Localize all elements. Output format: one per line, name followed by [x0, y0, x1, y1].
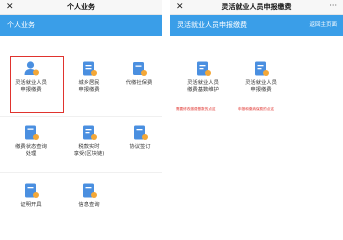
document-icon: [195, 60, 212, 77]
tile-label: 灵活就业人员 申报缴费: [245, 80, 277, 93]
tile-label: 证明开具: [20, 202, 42, 208]
tile-agreement-signing[interactable]: 协议签订: [118, 124, 162, 151]
tile-label: 城乡居民 申报缴费: [78, 80, 100, 93]
section-header: 个人业务: [0, 15, 162, 36]
tile-payment-status-query[interactable]: 缴费状态查询 处理: [4, 124, 58, 158]
page-title: 灵活就业人员申报缴费: [221, 3, 292, 11]
card-icon: [131, 60, 148, 77]
blockchain-icon: [81, 124, 98, 141]
page-title: 个人业务: [67, 3, 95, 11]
tile-label: 信息查询: [78, 202, 100, 208]
tile-urban-rural-payment[interactable]: 城乡居民 申报缴费: [64, 60, 114, 94]
annotation-note: 申报和缴纳保费的点这: [238, 107, 274, 111]
section-header: 灵活就业人员申报缴费 返回主页面: [170, 15, 343, 36]
tile-label: 协议签订: [129, 144, 151, 150]
agreement-icon: [132, 124, 149, 141]
info-document-icon: [81, 182, 98, 199]
search-document-icon: [23, 124, 40, 141]
document-icon: [81, 60, 98, 77]
tile-label: 缴费状态查询 处理: [15, 144, 47, 157]
more-icon[interactable]: ···: [329, 0, 337, 13]
section-title: 个人业务: [7, 21, 35, 29]
tile-certificate[interactable]: 证明开具: [4, 182, 58, 209]
left-screen: ✕ 个人业务 个人业务 灵活就业人员 申报缴费 城乡居民 申报缴费 代缴社保费 …: [0, 0, 162, 240]
tile-agent-payment[interactable]: 代缴社保费: [116, 60, 162, 87]
tile-label: 灵活就业人员 缴费基数维护: [187, 80, 219, 93]
highlight-box: [10, 56, 64, 113]
right-title-bar: ✕ 灵活就业人员申报缴费 ···: [170, 0, 343, 15]
section-title: 灵活就业人员申报缴费: [177, 21, 247, 29]
tile-base-maintenance[interactable]: 灵活就业人员 缴费基数维护: [174, 60, 232, 94]
certificate-icon: [23, 182, 40, 199]
tile-label: 代缴社保费: [125, 80, 153, 86]
tile-tax-blockchain[interactable]: 税款实时 享受(区块链): [60, 124, 118, 158]
return-home-link[interactable]: 返回主页面: [309, 15, 337, 36]
row-divider: [0, 116, 162, 117]
right-screen: ✕ 灵活就业人员申报缴费 ··· 灵活就业人员申报缴费 返回主页面 灵活就业人员…: [170, 0, 343, 240]
left-title-bar: ✕ 个人业务: [0, 0, 162, 15]
row-divider: [0, 172, 162, 173]
tile-label: 税款实时 享受(区块链): [73, 144, 105, 157]
document-icon: [253, 60, 270, 77]
annotation-note: 需要修改缴费基数的点这: [176, 107, 216, 111]
tile-info-query[interactable]: 信息查询: [62, 182, 116, 209]
tile-declare-payment[interactable]: 灵活就业人员 申报缴费: [232, 60, 290, 94]
